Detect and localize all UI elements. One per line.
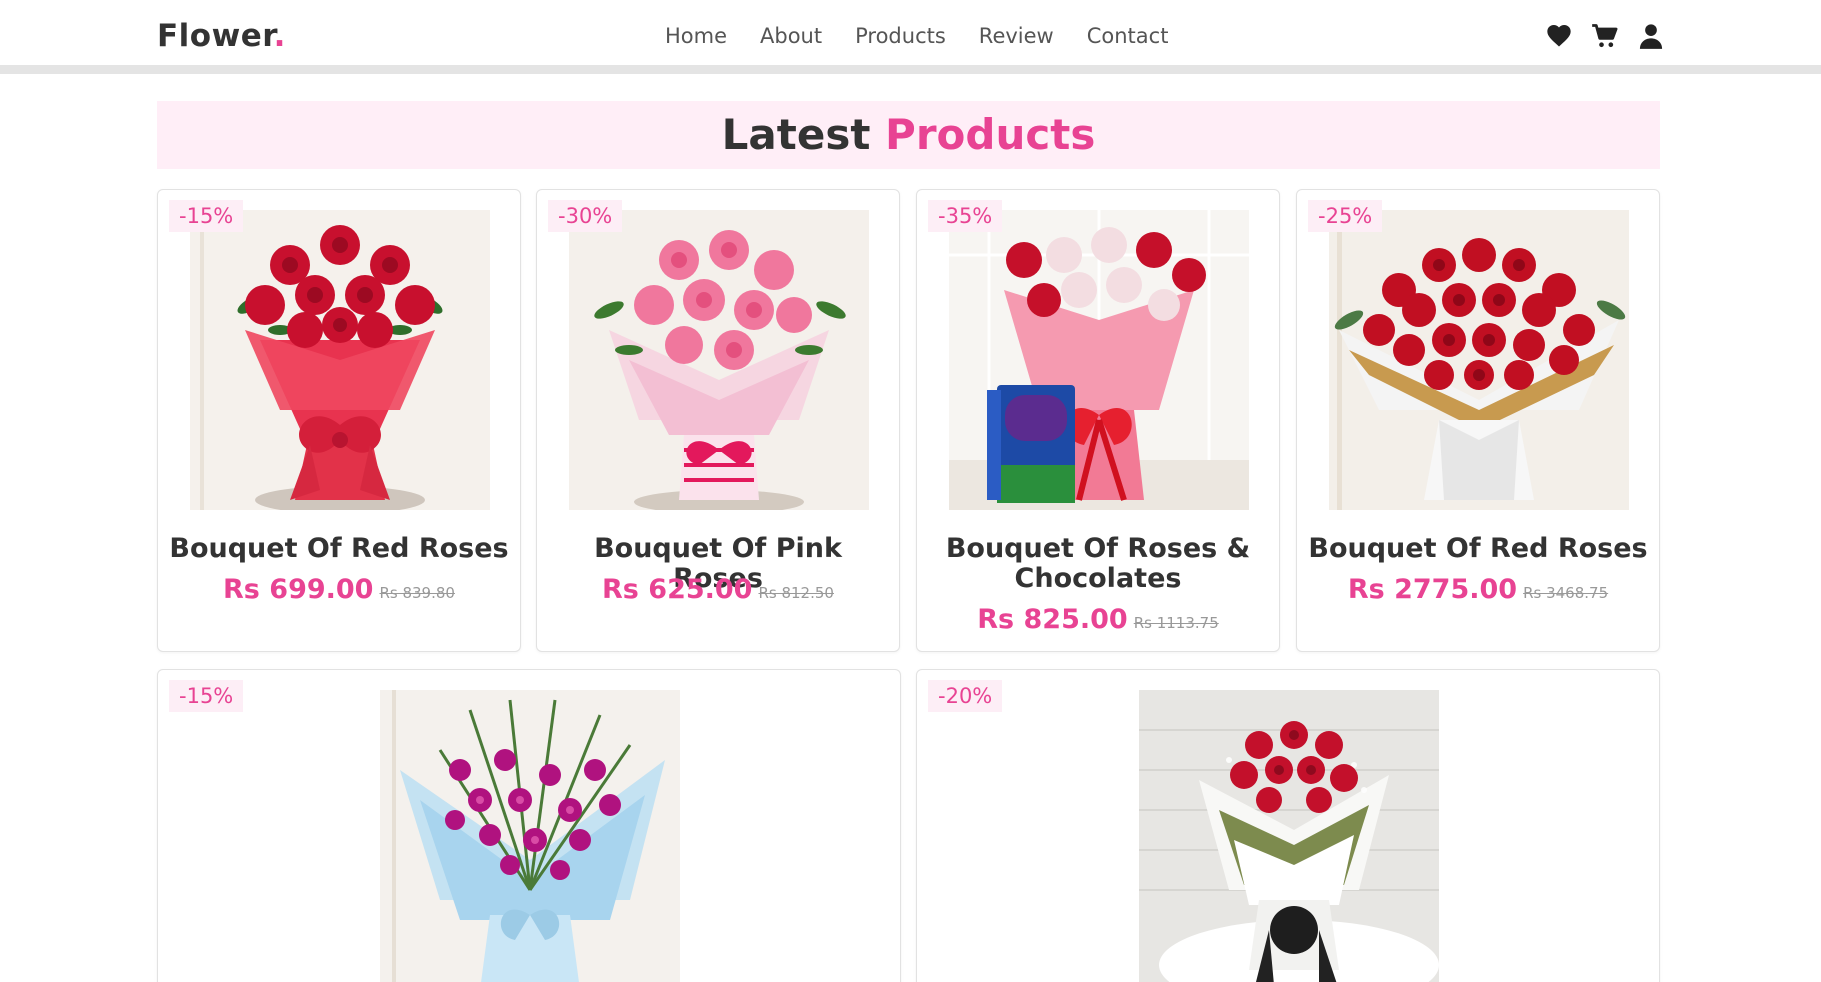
product-title[interactable]: Bouquet Of Red Roses [158, 534, 520, 564]
user-icon[interactable] [1637, 22, 1665, 50]
main-nav: Home About Products Review Contact [665, 24, 1201, 48]
title-main: Latest [721, 110, 871, 159]
title-accent: Products [885, 110, 1096, 159]
current-price: Rs 699.00 [223, 574, 374, 605]
product-image[interactable] [569, 210, 869, 510]
nav-link-review[interactable]: Review [979, 24, 1054, 48]
header-icons [1545, 22, 1665, 50]
nav-link-products[interactable]: Products [855, 24, 946, 48]
product-price: Rs 625.00 Rs 812.50 [537, 574, 899, 605]
current-price: Rs 625.00 [602, 574, 753, 605]
old-price: Rs 1113.75 [1133, 614, 1219, 632]
brand-dot: . [273, 18, 286, 54]
product-card[interactable]: -20% [916, 669, 1660, 982]
product-image[interactable] [949, 210, 1249, 510]
nav-link-about[interactable]: About [760, 24, 822, 48]
product-card[interactable]: -30% Bouquet Of Pink Roses Rs 625.00 Rs 8… [536, 189, 900, 652]
product-title[interactable]: Bouquet Of Roses & Chocolates [917, 534, 1279, 594]
discount-badge: -20% [928, 680, 1003, 712]
discount-badge: -15% [169, 200, 244, 232]
product-card[interactable]: -15% [157, 669, 901, 982]
heart-icon[interactable] [1545, 22, 1573, 50]
product-image[interactable] [1139, 690, 1439, 982]
product-card[interactable]: -15% Bouquet Of Red Roses Rs 699.00 Rs 83… [157, 189, 521, 652]
product-price: Rs 2775.00 Rs 3468.75 [1297, 574, 1659, 605]
product-image[interactable] [190, 210, 490, 510]
current-price: Rs 2775.00 [1347, 574, 1518, 605]
discount-badge: -25% [1308, 200, 1383, 232]
product-price: Rs 699.00 Rs 839.80 [158, 574, 520, 605]
product-title[interactable]: Bouquet Of Red Roses [1297, 534, 1659, 564]
discount-badge: -15% [169, 680, 244, 712]
discount-badge: -30% [548, 200, 623, 232]
product-card[interactable]: -25% Bouquet Of Red Roses Rs 2775.00 Rs 3… [1296, 189, 1660, 652]
product-price: Rs 825.00 Rs 1113.75 [917, 604, 1279, 635]
brand-logo[interactable]: Flower. [157, 18, 286, 54]
current-price: Rs 825.00 [977, 604, 1128, 635]
product-image[interactable] [380, 690, 680, 982]
old-price: Rs 812.50 [758, 584, 834, 602]
product-card[interactable]: -35% Bouquet Of Roses & Chocolates Rs 82… [916, 189, 1280, 652]
product-image[interactable] [1329, 210, 1629, 510]
site-header: Flower. Home About Products Review Conta… [0, 0, 1821, 74]
nav-link-home[interactable]: Home [665, 24, 727, 48]
discount-badge: -35% [928, 200, 1003, 232]
brand-name: Flower [157, 18, 274, 54]
cart-icon[interactable] [1591, 22, 1619, 50]
old-price: Rs 3468.75 [1523, 584, 1609, 602]
page-title: Latest Products [157, 101, 1660, 169]
section-heading: Latest Products [157, 101, 1660, 169]
old-price: Rs 839.80 [379, 584, 455, 602]
nav-link-contact[interactable]: Contact [1087, 24, 1169, 48]
